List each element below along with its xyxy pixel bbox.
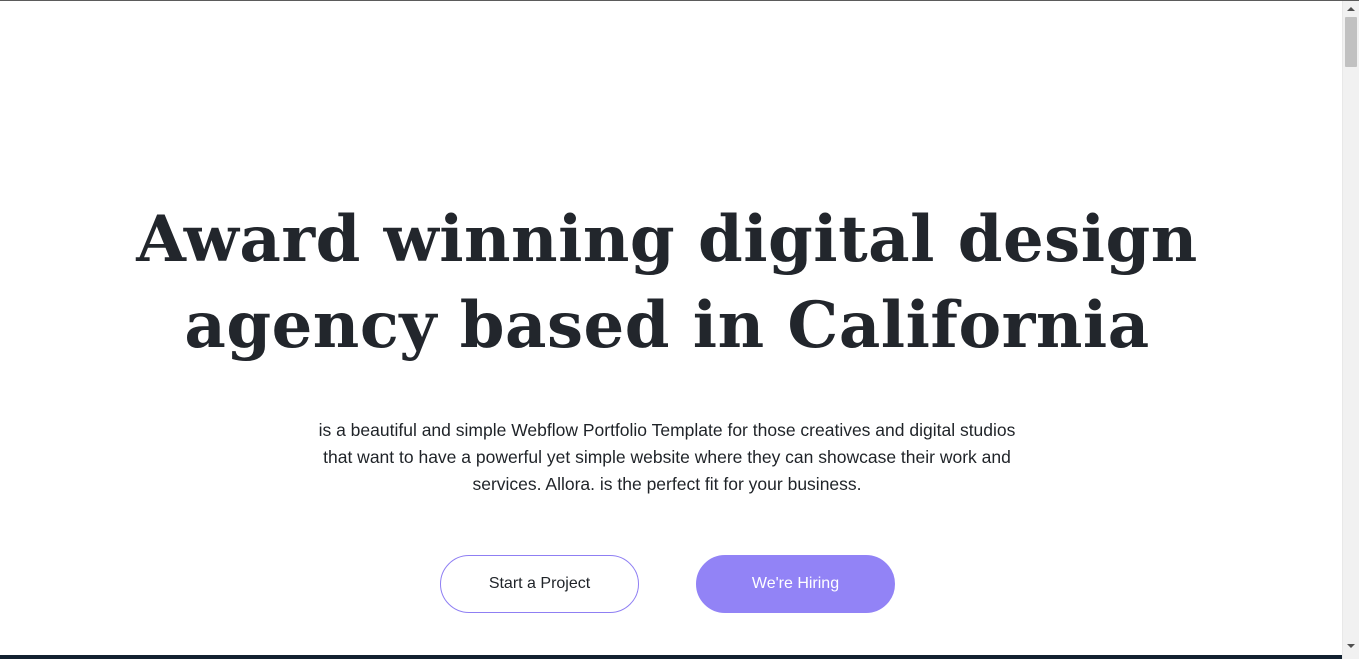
chevron-down-icon[interactable] bbox=[1343, 638, 1359, 654]
hero-description: is a beautiful and simple Webflow Portfo… bbox=[296, 417, 1038, 498]
browser-viewport: Award winning digital design agency base… bbox=[0, 0, 1359, 659]
hero-title-line-2: agency based in California bbox=[184, 288, 1150, 363]
hiring-button[interactable]: We're Hiring bbox=[696, 555, 895, 613]
hero-title: Award winning digital design agency base… bbox=[0, 197, 1334, 369]
hero-section: Award winning digital design agency base… bbox=[0, 1, 1342, 659]
start-project-button[interactable]: Start a Project bbox=[440, 555, 639, 613]
vertical-scrollbar[interactable] bbox=[1342, 1, 1359, 659]
hero-title-line-1: Award winning digital design bbox=[136, 202, 1198, 277]
scrollbar-thumb[interactable] bbox=[1345, 17, 1357, 67]
hero-description-line-2: that want to have a powerful yet simple … bbox=[323, 447, 1011, 467]
next-section-edge bbox=[0, 655, 1342, 659]
hero-description-line-3: services. Allora. is the perfect fit for… bbox=[472, 474, 862, 494]
hero-description-line-1: is a beautiful and simple Webflow Portfo… bbox=[318, 420, 1016, 440]
chevron-up-icon[interactable] bbox=[1343, 1, 1359, 17]
